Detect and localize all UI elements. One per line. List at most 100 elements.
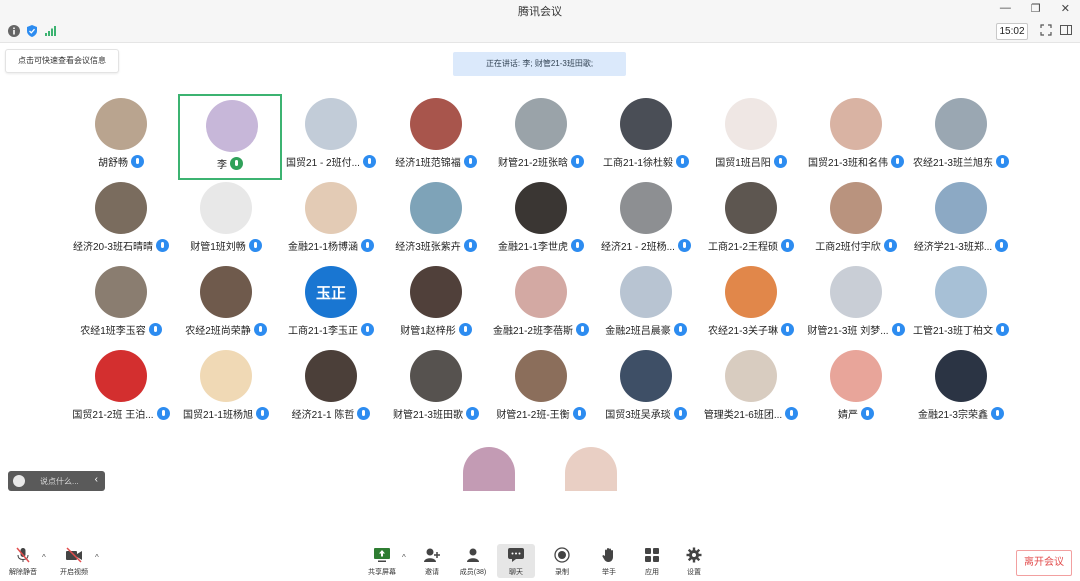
unmute-button[interactable]: 解除静音 <box>4 544 42 578</box>
fullscreen-icon[interactable] <box>1040 24 1052 36</box>
participant-tile[interactable]: 国贸21-3班和名伟 <box>804 94 908 180</box>
participant-tile[interactable]: 经济21-1 陈哲 <box>279 346 383 432</box>
participant-name-row: 李 <box>180 156 280 171</box>
participant-tile[interactable]: 国贸3班吴承琰 <box>594 346 698 432</box>
invite-button[interactable]: 邀请 <box>413 544 451 578</box>
mic-icon <box>996 155 1009 168</box>
participant-tile[interactable]: 经济1班范锦福 <box>384 94 488 180</box>
participant-tile[interactable]: 农经21-3班兰旭东 <box>909 94 1013 180</box>
mic-icon <box>156 239 169 252</box>
participant-tile[interactable]: 玉正 工商21-1李玉正 <box>279 262 383 348</box>
participant-tile[interactable]: 经济21 - 2班杨... <box>594 178 698 264</box>
participant-avatar: 玉正 <box>305 266 357 318</box>
participant-tile[interactable]: 财管21-2班张晗 <box>489 94 593 180</box>
start-video-button[interactable]: 开启视频 <box>55 544 93 578</box>
participant-tile[interactable]: 经济20-3班石晴晴 <box>69 178 173 264</box>
participant-tile[interactable]: 国贸1班吕阳 <box>699 94 803 180</box>
video-off-icon <box>66 547 82 563</box>
invite-label: 邀请 <box>425 569 439 576</box>
info-icon[interactable] <box>8 25 20 37</box>
participant-tile[interactable]: 工商21-2王程硕 <box>699 178 803 264</box>
participant-avatar <box>305 350 357 402</box>
participant-tile[interactable]: 工管21-3班丁柏文 <box>909 262 1013 348</box>
leave-meeting-button[interactable]: 离开会议 <box>1016 550 1072 576</box>
mic-icon <box>781 239 794 252</box>
signal-icon[interactable] <box>44 25 56 37</box>
participant-tile[interactable]: 财管21-3班田歌 <box>384 346 488 432</box>
participant-avatar <box>830 266 882 318</box>
participant-name-row: 金融21-2班李蓓斯 <box>489 322 593 337</box>
participant-name-row: 财管21-3班 刘梦... <box>804 322 908 337</box>
participant-tile[interactable]: 金融21-1李世虎 <box>489 178 593 264</box>
participant-tile[interactable]: 金融21-2班李蓓斯 <box>489 262 593 348</box>
chat-button[interactable]: 聊天 <box>497 544 535 578</box>
collapse-chevron-icon[interactable]: ‹ <box>95 474 98 485</box>
meeting-info-tip[interactable]: 点击可快速查看会议信息 <box>5 49 119 73</box>
participant-tile[interactable]: 国贸21-2班 王泊... <box>69 346 173 432</box>
mic-icon <box>991 407 1004 420</box>
participant-avatar <box>305 182 357 234</box>
participant-tile[interactable]: 财管21-3班 刘梦... <box>804 262 908 348</box>
participant-tile[interactable]: 国贸21 - 2班付... <box>279 94 383 180</box>
participant-tile[interactable]: 经济3班张紫卉 <box>384 178 488 264</box>
mic-icon <box>995 239 1009 252</box>
participant-tile[interactable]: 农经1班李玉容 <box>69 262 173 348</box>
participant-tile[interactable]: 工商21-1徐杜毅 <box>594 94 698 180</box>
participant-avatar <box>620 266 672 318</box>
participant-tile[interactable] <box>437 443 541 529</box>
members-button[interactable]: 成员(38) <box>454 544 492 578</box>
video-options-chevron-icon[interactable]: ^ <box>95 553 99 562</box>
participant-tile[interactable]: 婧严 <box>804 346 908 432</box>
mic-icon <box>781 323 794 336</box>
participant-name-row: 国贸21-1班杨旭 <box>174 406 278 421</box>
sidebar-toggle-icon[interactable] <box>1060 24 1072 36</box>
participant-avatar <box>725 266 777 318</box>
close-icon[interactable]: ✕ <box>1061 2 1070 15</box>
participant-tile[interactable]: 农经2班尚荣静 <box>174 262 278 348</box>
start-video-label: 开启视频 <box>60 569 88 576</box>
record-button[interactable]: 录制 <box>543 544 581 578</box>
participant-avatar <box>515 182 567 234</box>
participant-name: 财管21-2班张晗 <box>497 158 568 169</box>
participant-tile[interactable]: 财管1班刘畅 <box>174 178 278 264</box>
restore-icon[interactable]: ❐ <box>1031 2 1041 15</box>
share-options-chevron-icon[interactable]: ^ <box>402 553 406 562</box>
minimize-icon[interactable]: — <box>1000 2 1011 15</box>
participant-tile[interactable]: 金融21-3宗荣鑫 <box>909 346 1013 432</box>
window-controls: — ❐ ✕ <box>1000 2 1070 15</box>
share-screen-button[interactable]: 共享屏幕 <box>363 544 401 578</box>
participant-avatar <box>830 350 882 402</box>
emoji-icon[interactable] <box>13 475 25 487</box>
participant-tile[interactable]: 财管21-2班-王衡 <box>489 346 593 432</box>
participant-name-row: 农经21-3班兰旭东 <box>909 154 1013 169</box>
audio-options-chevron-icon[interactable]: ^ <box>42 553 46 562</box>
participant-tile[interactable]: 工商2班付宇欣 <box>804 178 908 264</box>
participant-name-row: 工商21-1徐杜毅 <box>594 154 698 169</box>
participant-tile[interactable]: 管理类21-6班团... <box>699 346 803 432</box>
invite-icon <box>424 548 440 562</box>
participant-avatar <box>620 182 672 234</box>
participant-name-row: 婧严 <box>804 406 908 421</box>
participant-tile[interactable]: 经济学21-3班郑... <box>909 178 1013 264</box>
mic-icon <box>362 155 376 168</box>
participant-tile[interactable]: 金融21-1杨博涵 <box>279 178 383 264</box>
participant-tile[interactable]: 农经21-3关子琳 <box>699 262 803 348</box>
participant-tile[interactable]: 财管1赵梓彤 <box>384 262 488 348</box>
participant-name-row: 农经1班李玉容 <box>69 322 173 337</box>
mic-icon <box>463 239 477 252</box>
participant-tile[interactable]: 李 <box>178 94 282 180</box>
raise-hand-button[interactable]: 举手 <box>590 544 628 578</box>
participant-name-row: 胡舒畅 <box>69 154 173 169</box>
mic-icon <box>572 407 586 420</box>
mic-icon <box>677 239 691 252</box>
shield-icon[interactable] <box>26 25 38 37</box>
participant-tile[interactable] <box>539 443 643 529</box>
settings-button[interactable]: 设置 <box>675 544 713 578</box>
apps-button[interactable]: 应用 <box>633 544 671 578</box>
participant-avatar <box>935 350 987 402</box>
participant-tile[interactable]: 国贸21-1班杨旭 <box>174 346 278 432</box>
apps-label: 应用 <box>645 569 659 576</box>
chat-input[interactable]: 说点什么... ‹ <box>8 471 105 491</box>
participant-tile[interactable]: 金融2班吕晨豪 <box>594 262 698 348</box>
participant-tile[interactable]: 胡舒畅 <box>69 94 173 180</box>
